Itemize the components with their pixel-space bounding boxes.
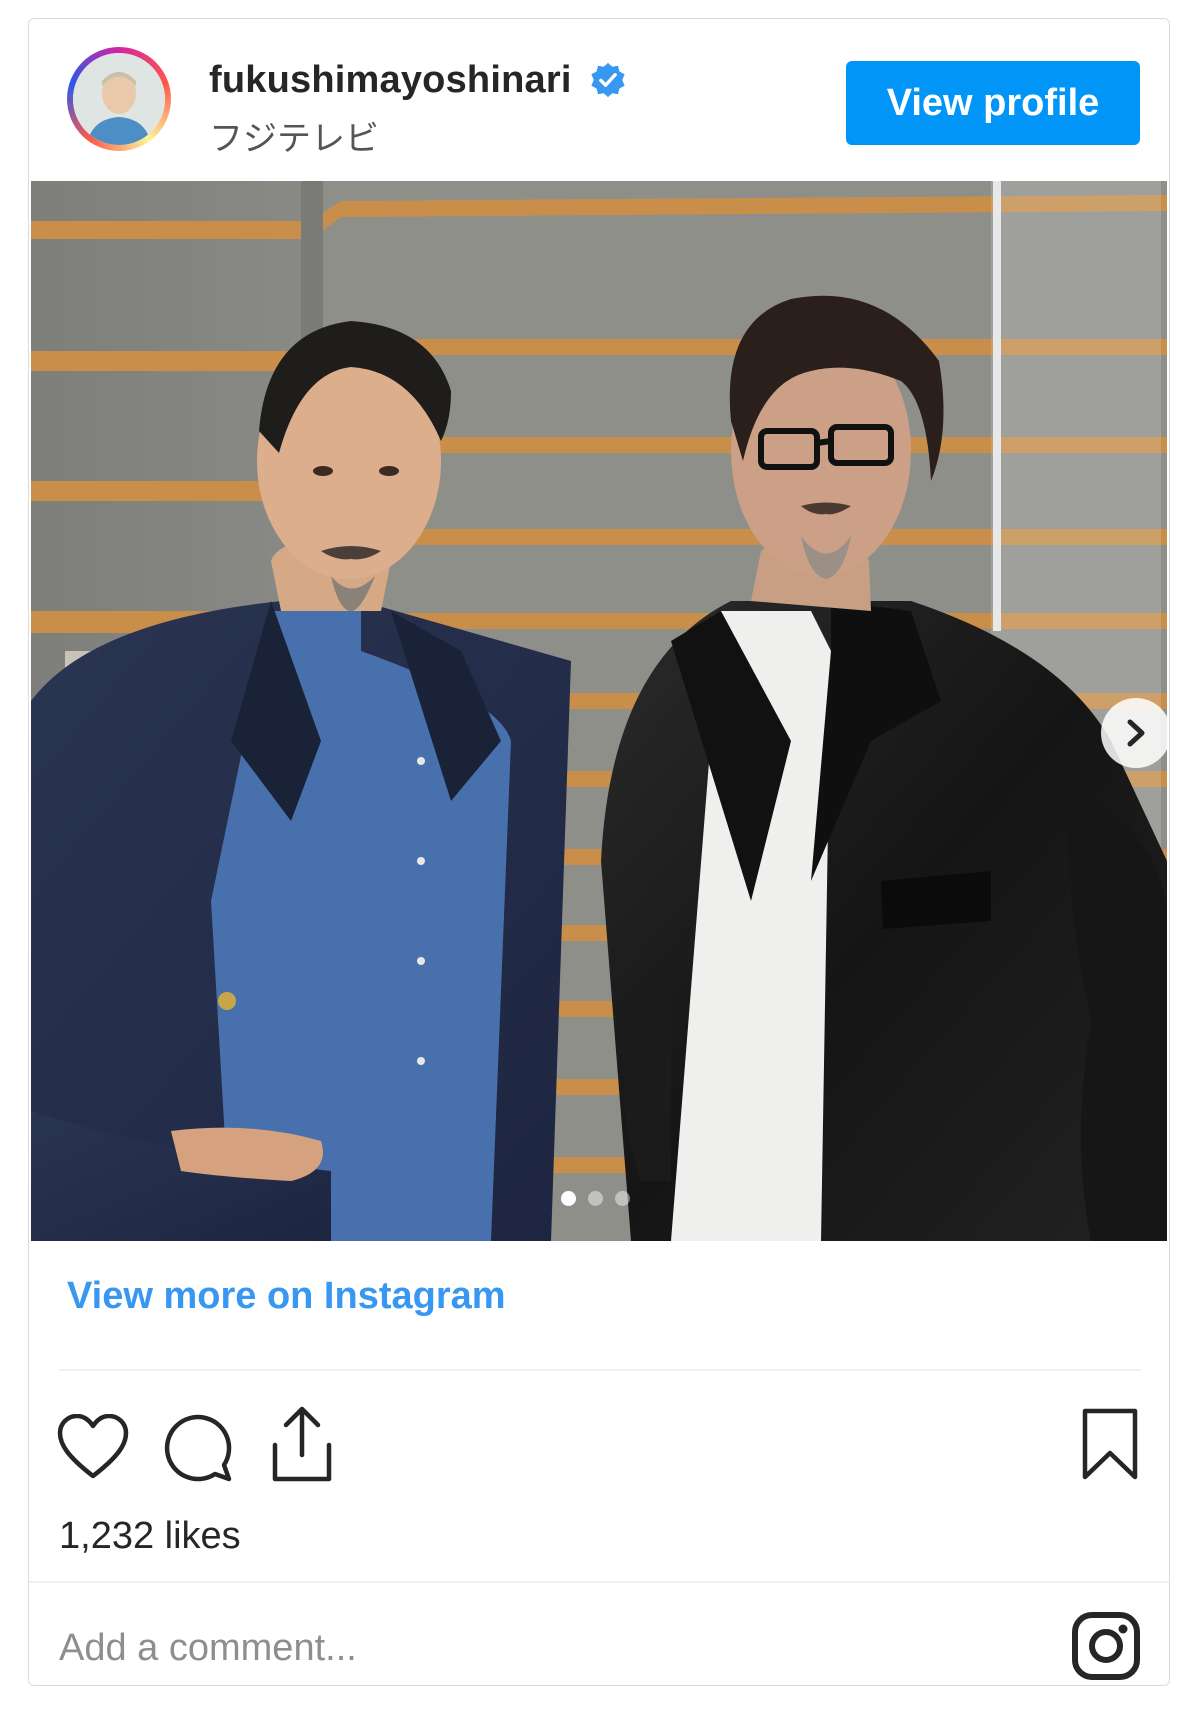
divider: [59, 1369, 1141, 1371]
avatar-image: [73, 53, 165, 145]
view-profile-button[interactable]: View profile: [846, 61, 1140, 145]
divider: [29, 1581, 1169, 1583]
carousel-dot: [615, 1191, 630, 1206]
heart-icon[interactable]: [57, 1414, 129, 1480]
post-header: fukushimayoshinari フジテレビ View profile: [29, 19, 1169, 179]
view-more-link[interactable]: View more on Instagram: [67, 1275, 506, 1318]
username[interactable]: fukushimayoshinari: [209, 59, 572, 102]
avatar[interactable]: [67, 47, 171, 151]
carousel-dot: [561, 1191, 576, 1206]
verified-icon: [591, 62, 625, 98]
chevron-right-icon: [1127, 719, 1145, 747]
post-photo[interactable]: [31, 181, 1167, 1241]
carousel-next-button[interactable]: [1101, 698, 1167, 768]
comment-icon[interactable]: [163, 1413, 233, 1483]
carousel-dot: [588, 1191, 603, 1206]
instagram-logo-icon[interactable]: [1071, 1611, 1141, 1681]
account-subtitle: フジテレビ: [209, 120, 379, 158]
comment-input[interactable]: Add a comment...: [59, 1627, 859, 1670]
share-icon[interactable]: [269, 1405, 335, 1483]
instagram-embed-card: fukushimayoshinari フジテレビ View profile Vi…: [28, 18, 1170, 1686]
bookmark-icon[interactable]: [1081, 1407, 1139, 1481]
likes-count[interactable]: 1,232 likes: [59, 1515, 241, 1558]
